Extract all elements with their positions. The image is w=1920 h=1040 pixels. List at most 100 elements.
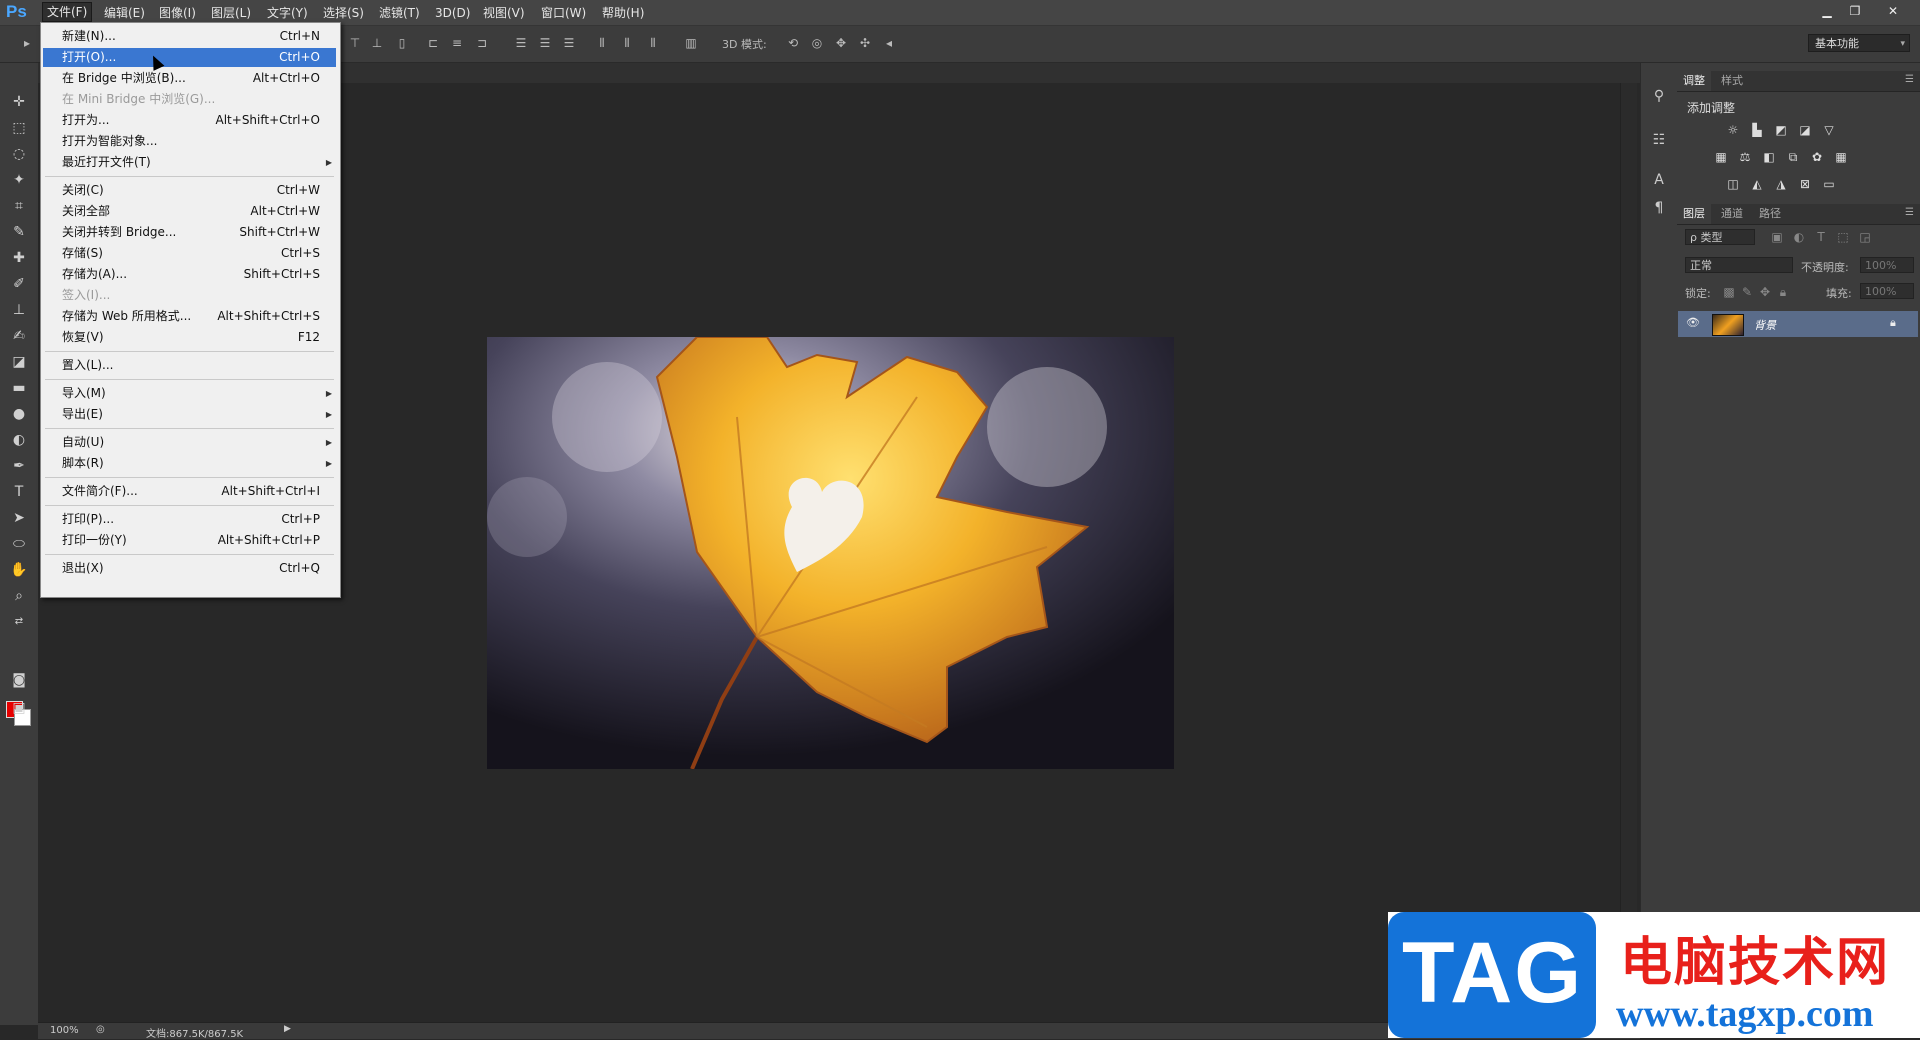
3d-pan-icon[interactable]: ✥ [834,36,848,50]
close-button[interactable]: ✕ [1881,2,1905,20]
menu-item-recent-files[interactable]: 最近打开文件(T) ▶ [43,153,336,172]
brush-tool-icon[interactable]: ✐ [7,273,31,295]
auto-align-icon[interactable]: ▥ [684,36,698,50]
tab-adjustments[interactable]: 调整 [1677,71,1711,91]
lock-position-icon[interactable]: ✥ [1757,285,1773,299]
channel-mixer-icon[interactable]: ✿ [1809,150,1825,164]
menu-item-scripts[interactable]: 脚本(R) ▶ [43,454,336,473]
exposure-icon[interactable]: ◪ [1797,123,1813,137]
menu-3d[interactable]: 3D(D) [431,4,474,22]
distribute-hcenter-icon[interactable]: ⫴ [620,36,634,50]
menu-item-open-smart-object[interactable]: 打开为智能对象... [43,132,336,151]
menu-view[interactable]: 视图(V) [479,4,529,22]
lock-all-icon[interactable]: 🔒︎ [1775,285,1791,299]
vibrance-icon[interactable]: ▽ [1821,123,1837,137]
menu-file[interactable]: 文件(F) [42,2,93,22]
blur-tool-icon[interactable]: ● [7,403,31,425]
3d-roll-icon[interactable]: ◎ [810,36,824,50]
magic-wand-tool-icon[interactable]: ✦ [7,169,31,191]
move-tool-icon[interactable]: ✛ [7,91,31,113]
menu-window[interactable]: 窗口(W) [537,4,590,22]
menu-item-exit[interactable]: 退出(X) Ctrl+Q [43,559,336,578]
dodge-tool-icon[interactable]: ◐ [7,429,31,451]
threshold-icon[interactable]: ◮ [1773,177,1789,191]
menu-select[interactable]: 选择(S) [319,4,368,22]
menu-layer[interactable]: 图层(L) [207,4,255,22]
menu-edit[interactable]: 编辑(E) [100,4,149,22]
posterize-icon[interactable]: ◭ [1749,177,1765,191]
minimize-button[interactable]: ▁ [1815,2,1839,20]
visibility-eye-icon[interactable]: 👁︎ [1686,316,1700,329]
lock-transparent-icon[interactable]: ▩ [1721,285,1737,299]
lasso-tool-icon[interactable]: ◌ [7,143,31,165]
color-balance-icon[interactable]: ⚖ [1737,150,1753,164]
color-lookup-icon[interactable]: ▦ [1833,150,1849,164]
paragraph-panel-icon[interactable]: ¶ [1650,199,1668,217]
menu-item-close[interactable]: 关闭(C) Ctrl+W [43,181,336,200]
path-selection-tool-icon[interactable]: ➤ [7,507,31,529]
move-tool-preset-icon[interactable]: ▸ [20,36,34,50]
3d-scale-icon[interactable]: ◂ [882,36,896,50]
healing-brush-tool-icon[interactable]: ✚ [7,247,31,269]
menu-item-save-for-web[interactable]: 存储为 Web 所用格式... Alt+Shift+Ctrl+S [43,307,336,326]
menu-item-new[interactable]: 新建(N)... Ctrl+N [43,27,336,46]
vertical-scrollbar[interactable] [1620,83,1637,1023]
menu-item-open[interactable]: 打开(O)... Ctrl+O [43,48,336,67]
hand-tool-icon[interactable]: ✋ [7,559,31,581]
curves-icon[interactable]: ◩ [1773,123,1789,137]
black-white-icon[interactable]: ◧ [1761,150,1777,164]
brightness-contrast-icon[interactable]: ☼ [1725,123,1741,137]
properties-panel-icon[interactable]: ☷ [1650,131,1668,149]
tab-layers[interactable]: 图层 [1677,204,1711,224]
menu-item-browse-bridge[interactable]: 在 Bridge 中浏览(B)... Alt+Ctrl+O [43,69,336,88]
align-hcenter-icon[interactable]: ≡ [450,36,464,50]
tab-styles[interactable]: 样式 [1715,71,1749,91]
blend-mode-select[interactable]: 正常 [1685,257,1793,273]
filter-pixel-icon[interactable]: ▣ [1769,230,1785,244]
levels-icon[interactable]: ▙ [1749,123,1765,137]
zoom-tool-icon[interactable]: ⌕ [7,585,31,607]
marquee-tool-icon[interactable]: ⬚ [7,117,31,139]
hue-saturation-icon[interactable]: ▦ [1713,150,1729,164]
menu-item-file-info[interactable]: 文件简介(F)... Alt+Shift+Ctrl+I [43,482,336,501]
menu-item-open-as[interactable]: 打开为... Alt+Shift+Ctrl+O [43,111,336,130]
filter-smart-icon[interactable]: ◲ [1857,230,1873,244]
menu-item-print-one-copy[interactable]: 打印一份(Y) Alt+Shift+Ctrl+P [43,531,336,550]
menu-item-close-go-bridge[interactable]: 关闭并转到 Bridge... Shift+Ctrl+W [43,223,336,242]
menu-item-import[interactable]: 导入(M) ▶ [43,384,336,403]
menu-image[interactable]: 图像(I) [155,4,200,22]
character-panel-icon[interactable]: A [1650,171,1668,189]
align-top-icon[interactable]: ⊤ [348,36,362,50]
selective-color-icon[interactable]: ⊠ [1797,177,1813,191]
menu-item-automate[interactable]: 自动(U) ▶ [43,433,336,452]
distribute-right-icon[interactable]: ⫴ [646,36,660,50]
filter-shape-icon[interactable]: ⬚ [1835,230,1851,244]
filter-type-icon[interactable]: T [1813,230,1829,244]
align-right-icon[interactable]: ⊐ [475,36,489,50]
ellipse-tool-icon[interactable]: ⬭ [7,533,31,555]
photo-filter-icon[interactable]: ⧉ [1785,150,1801,164]
layer-name[interactable]: 背景 [1754,317,1776,333]
status-menu-arrow-icon[interactable]: ▶ [284,1024,291,1034]
crop-tool-icon[interactable]: ⌗ [7,195,31,217]
menu-item-save[interactable]: 存储(S) Ctrl+S [43,244,336,263]
menu-type[interactable]: 文字(Y) [263,4,312,22]
menu-item-export[interactable]: 导出(E) ▶ [43,405,336,424]
align-bottom-icon[interactable]: ▯ [395,36,409,50]
layer-row[interactable]: 👁︎ 背景 🔒︎ [1678,311,1918,337]
workspace-select[interactable]: 基本功能 ▾ [1808,34,1910,52]
screen-mode-icon[interactable]: ▣ [7,697,31,719]
clone-stamp-tool-icon[interactable]: ⊥ [7,299,31,321]
align-left-icon[interactable]: ⊏ [426,36,440,50]
panel-menu-icon[interactable]: ☰ [1905,207,1914,218]
gradient-map-icon[interactable]: ▭ [1821,177,1837,191]
menu-item-close-all[interactable]: 关闭全部 Alt+Ctrl+W [43,202,336,221]
gradient-tool-icon[interactable]: ▬ [7,377,31,399]
layer-filter-select[interactable]: ρ 类型 [1685,229,1755,245]
lock-pixels-icon[interactable]: ✎ [1739,285,1755,299]
menu-item-place[interactable]: 置入(L)... [43,356,336,375]
history-panel-icon[interactable]: ⚲ [1650,87,1668,105]
tab-paths[interactable]: 路径 [1753,204,1787,224]
filter-adjust-icon[interactable]: ◐ [1791,230,1807,244]
3d-slide-icon[interactable]: ✣ [858,36,872,50]
